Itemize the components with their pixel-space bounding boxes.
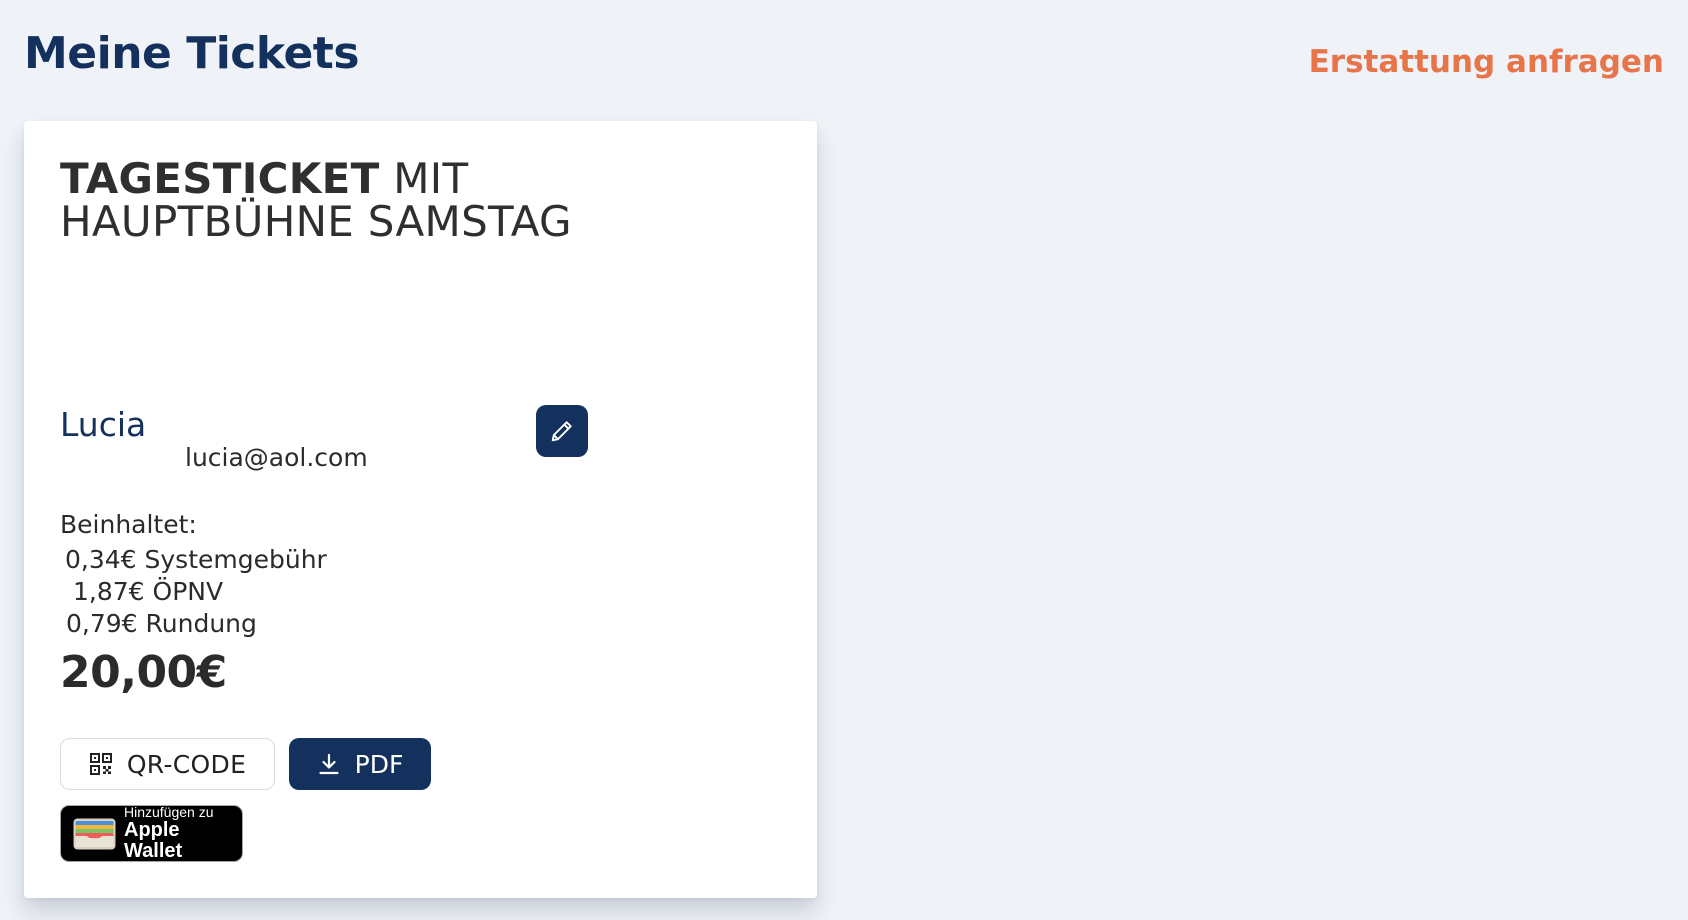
includes-label: Beinhaltet: — [60, 510, 197, 539]
pdf-button-label: PDF — [354, 749, 404, 779]
page: Meine Tickets Erstattung anfragen Tagest… — [0, 0, 1688, 920]
ticket-holder-name: Lucia — [60, 405, 147, 444]
add-to-apple-wallet-button[interactable]: Hinzufügen zu Apple Wallet — [60, 805, 243, 862]
pdf-download-button[interactable]: PDF — [289, 738, 431, 790]
wallet-text: Hinzufügen zu Apple Wallet — [124, 805, 242, 862]
pencil-icon — [548, 417, 576, 445]
edit-holder-button[interactable] — [536, 405, 588, 457]
ticket-card: Tagesticket mit Hauptbühne Samstag Lucia… — [24, 121, 817, 898]
fee-line: 1,87€ ÖPNV — [73, 577, 224, 606]
ticket-price: 20,00€ — [60, 647, 227, 698]
refund-request-link[interactable]: Erstattung anfragen — [1309, 44, 1664, 80]
wallet-text-line2: Apple Wallet — [124, 818, 183, 862]
qr-code-button-label: QR-CODE — [126, 749, 247, 779]
ticket-holder-email: lucia@aol.com — [185, 443, 368, 472]
page-title: Meine Tickets — [24, 28, 360, 79]
ticket-title-strong: Tagesticket — [60, 154, 380, 203]
ticket-title: Tagesticket mit Hauptbühne Samstag — [60, 157, 700, 243]
download-icon — [317, 752, 341, 776]
qr-code-icon — [89, 752, 113, 776]
fee-line: 0,34€ Systemgebühr — [65, 545, 327, 574]
fee-line: 0,79€ Rundung — [66, 609, 257, 638]
apple-wallet-icon — [73, 818, 116, 850]
qr-code-button[interactable]: QR-CODE — [60, 738, 275, 790]
wallet-text-line1: Hinzufügen zu — [124, 804, 214, 821]
